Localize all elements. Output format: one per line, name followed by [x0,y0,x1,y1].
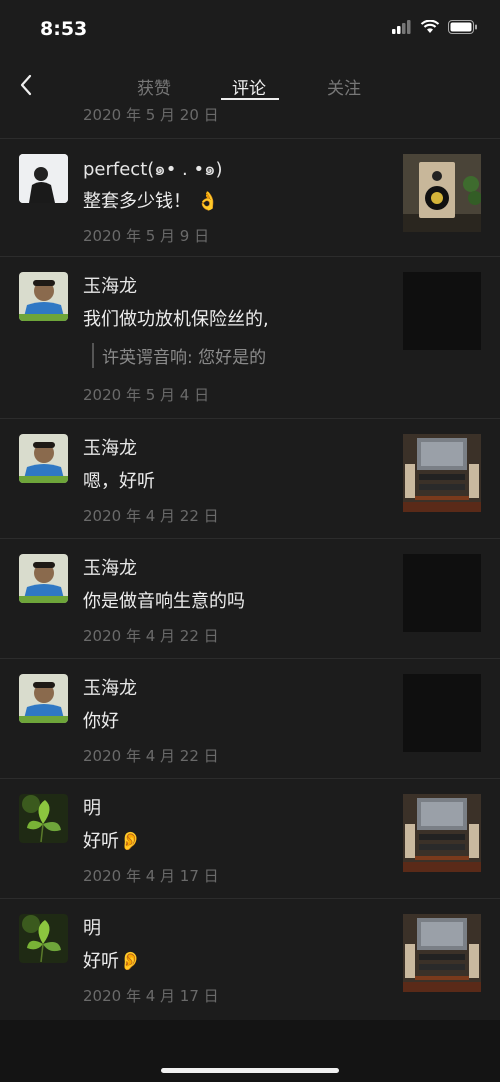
post-thumbnail[interactable] [403,914,481,992]
comment-list[interactable]: 2020 年 5 月 20 日 perfect(๑• . •๑) 整套多少钱！ … [0,100,500,1020]
commenter-name[interactable]: perfect(๑• . •๑) [83,154,223,183]
avatar[interactable] [19,794,68,843]
comment-date: 2020 年 5 月 20 日 [83,106,219,124]
audio-setup-thumbnail-image [403,914,481,992]
list-item[interactable]: 玉海龙 你好 2020 年 4 月 22 日 [0,658,500,779]
wifi-icon [420,20,440,33]
comment-date: 2020 年 4 月 17 日 [83,987,219,1005]
list-item[interactable]: perfect(๑• . •๑) 整套多少钱！ 👌 2020 年 5 月 9 日 [0,138,500,257]
comment-date: 2020 年 4 月 22 日 [83,507,219,525]
battery-icon [448,20,477,34]
signal-icon [392,20,411,34]
comment-text: 你是做音响生意的吗 [83,591,245,612]
post-thumbnail[interactable] [403,794,481,872]
comment-date: 2020 年 4 月 17 日 [83,867,219,885]
avatar[interactable] [19,914,68,963]
post-thumbnail[interactable] [403,674,481,752]
comment-text-body: 整套多少钱！ [83,191,191,212]
comment-text-body: 好听 [83,831,119,852]
status-time: 8:53 [40,18,88,40]
avatar-image [19,914,68,963]
avatar[interactable] [19,434,68,483]
home-indicator[interactable] [161,1068,339,1073]
avatar[interactable] [19,554,68,603]
comment-text: 我们做功放机保险丝的, [83,309,269,330]
quoted-reply: 许英谔音响: 您好是的 [92,343,266,368]
list-item[interactable]: 玉海龙 你是做音响生意的吗 2020 年 4 月 22 日 [0,538,500,659]
post-thumbnail[interactable] [403,554,481,632]
post-thumbnail[interactable] [403,154,481,232]
audio-setup-thumbnail-image [403,794,481,872]
speaker-thumbnail-image [403,154,481,232]
commenter-name[interactable]: 玉海龙 [83,554,137,580]
commenter-name[interactable]: 玉海龙 [83,674,137,700]
ok-hand-icon: 👌 [196,191,220,212]
avatar-image [19,154,68,203]
tab-comments[interactable]: 评论 [232,74,266,99]
comment-text: 整套多少钱！ 👌 [83,187,219,213]
comment-date: 2020 年 4 月 22 日 [83,627,219,645]
list-item[interactable]: 玉海龙 我们做功放机保险丝的, 许英谔音响: 您好是的 2020 年 5 月 4… [0,256,500,419]
avatar[interactable] [19,154,68,203]
commenter-name[interactable]: 明 [83,794,101,820]
avatar[interactable] [19,674,68,723]
comment-text: 你好 [83,711,119,732]
avatar-image [19,794,68,843]
avatar-image [19,434,68,483]
status-bar: 8:53 [0,0,500,60]
commenter-name[interactable]: 明 [83,914,101,940]
avatar[interactable] [19,272,68,321]
ear-icon: 👂 [119,831,142,852]
list-item[interactable]: 玉海龙 嗯，好听 2020 年 4 月 22 日 [0,418,500,539]
list-item[interactable]: 明 好听👂 2020 年 4 月 17 日 [0,898,500,1019]
avatar-image [19,554,68,603]
comment-text: 嗯，好听 [83,471,155,492]
comment-date: 2020 年 4 月 22 日 [83,747,219,765]
comment-date: 2020 年 5 月 4 日 [83,386,210,404]
commenter-name[interactable]: 玉海龙 [83,272,137,298]
status-icons [392,20,478,34]
ear-icon: 👂 [119,951,142,972]
comment-text: 好听👂 [83,827,141,853]
comment-text-body: 好听 [83,951,119,972]
avatar-image [19,674,68,723]
tab-likes[interactable]: 获赞 [137,74,171,99]
comment-date: 2020 年 5 月 9 日 [83,227,210,245]
commenter-name[interactable]: 玉海龙 [83,434,137,460]
post-thumbnail[interactable] [403,434,481,512]
comment-text: 好听👂 [83,947,141,973]
audio-setup-thumbnail-image [403,434,481,512]
list-item[interactable]: 明 好听👂 2020 年 4 月 17 日 [0,778,500,899]
avatar-image [19,272,68,321]
post-thumbnail[interactable] [403,272,481,350]
tab-following[interactable]: 关注 [327,74,361,99]
